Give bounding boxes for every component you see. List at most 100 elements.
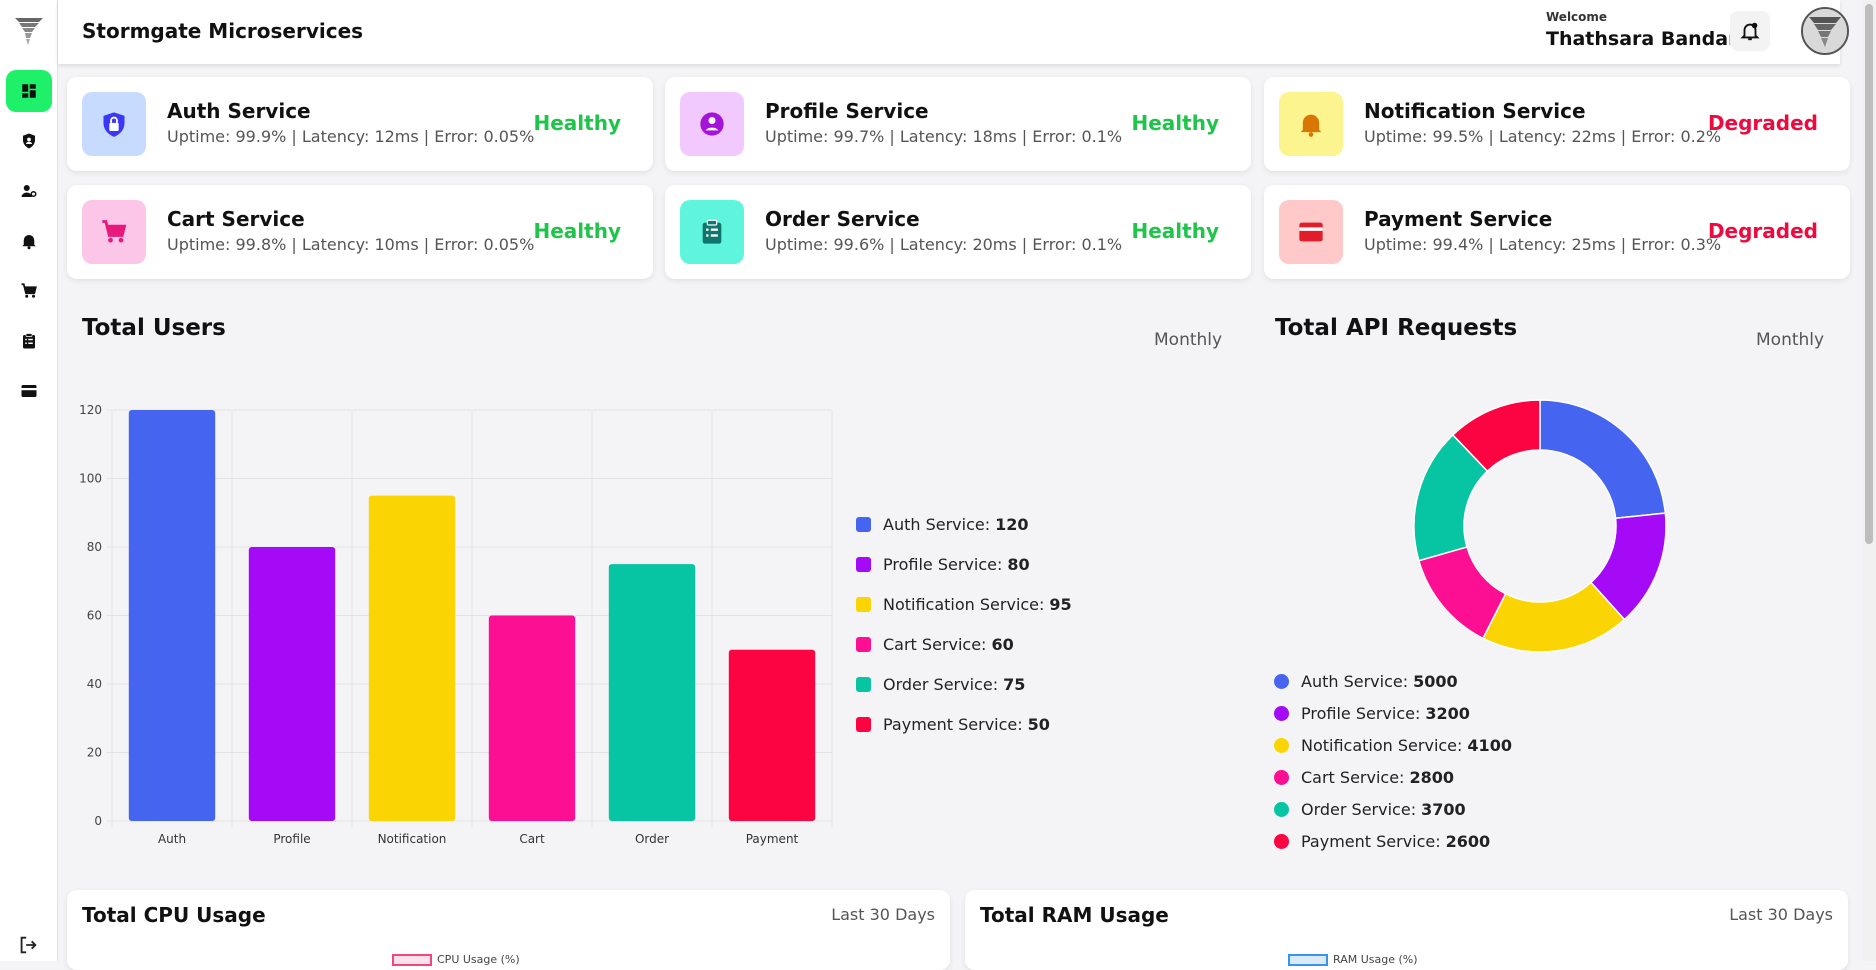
service-card[interactable]: Order Service Uptime: 99.6% | Latency: 2… [665,185,1251,279]
service-card[interactable]: Auth Service Uptime: 99.9% | Latency: 12… [67,77,653,171]
dashboard-icon [22,84,36,98]
legend-label: Payment Service [1301,831,1436,851]
x-tick-label: Cart [519,832,545,846]
legend-item[interactable]: Profile Service:3200 [1274,697,1512,729]
cpu-chart-legend: CPU Usage (%) [392,953,520,966]
service-stats: Uptime: 99.4% | Latency: 25ms | Error: 0… [1364,235,1722,254]
legend-label: Auth Service [1301,671,1403,691]
legend-colon: : [1402,671,1409,691]
legend-value: 3200 [1425,703,1470,723]
avatar[interactable] [1801,7,1849,55]
legend-value: 5000 [1413,671,1458,691]
sidebar-item-shield-user[interactable] [6,120,52,162]
sidebar-item-clipboard[interactable] [6,320,52,362]
service-card[interactable]: Profile Service Uptime: 99.7% | Latency:… [665,77,1251,171]
y-tick-label: 100 [79,472,102,486]
legend-label: Order Service [883,674,993,694]
legend-value: 50 [1027,714,1050,734]
service-icon-tile [1279,92,1343,156]
legend-value: 80 [1007,554,1030,574]
donut-slice-auth[interactable] [1539,399,1667,520]
legend-swatch [1274,705,1289,721]
sidebar-item-credit-card[interactable] [6,370,52,412]
legend-item[interactable]: Order Service:75 [856,664,1072,704]
legend-colon: : [1017,714,1023,734]
legend-swatch [856,556,871,572]
bar-cart[interactable] [488,615,576,822]
service-stats: Uptime: 99.6% | Latency: 20ms | Error: 0… [765,235,1123,254]
service-name: Payment Service [1364,207,1553,231]
y-tick-label: 80 [87,540,102,554]
y-tick-label: 60 [87,609,102,623]
notifications-button[interactable] [1730,11,1770,51]
ram-period-select[interactable]: Last 30 Days [1729,905,1833,924]
service-icon-tile [82,200,146,264]
legend-label: Payment Service [883,714,1018,734]
service-status: Degraded [1707,111,1818,135]
x-tick-label: Auth [158,832,186,846]
legend-colon: : [1435,831,1441,851]
legend-item[interactable]: Notification Service:4100 [1274,729,1512,761]
service-card[interactable]: Cart Service Uptime: 99.8% | Latency: 10… [67,185,653,279]
y-tick-label: 20 [87,746,102,760]
service-card[interactable]: Payment Service Uptime: 99.4% | Latency:… [1264,185,1850,279]
sidebar-item-bell[interactable] [6,220,52,262]
app-title: Stormgate Microservices [82,19,364,43]
scrollbar-thumb[interactable] [1865,4,1873,544]
legend-item[interactable]: Auth Service:120 [856,504,1072,544]
legend-item[interactable]: Cart Service:60 [856,624,1072,664]
page-scrollbar[interactable] [1862,0,1876,961]
legend-swatch [856,676,871,692]
api-period-select[interactable]: Monthly [1756,330,1824,350]
bell-icon [1300,114,1322,137]
legend-item[interactable]: Cart Service:2800 [1274,761,1512,793]
bar-profile[interactable] [248,547,336,821]
lock-icon [103,112,125,137]
api-panel-title: Total API Requests [1275,315,1518,341]
clipboard-icon [23,333,35,349]
ram-panel-title: Total RAM Usage [980,903,1169,927]
sidebar-item-user-settings[interactable] [6,170,52,212]
cpu-period-select[interactable]: Last 30 Days [831,905,935,924]
users-period-select[interactable]: Monthly [1154,330,1222,350]
service-name: Order Service [765,207,920,231]
sidebar-item-cart[interactable] [6,270,52,312]
service-stats: Uptime: 99.7% | Latency: 18ms | Error: 0… [765,127,1123,146]
bar-order[interactable] [608,564,696,821]
legend-item[interactable]: Profile Service:80 [856,544,1072,584]
service-name: Profile Service [765,99,929,123]
tornado-avatar-icon [1803,9,1847,53]
credit-card-icon [21,385,37,397]
service-icon-tile [680,92,744,156]
legend-swatch [392,953,432,966]
service-card[interactable]: Notification Service Uptime: 99.5% | Lat… [1264,77,1850,171]
legend-item[interactable]: Payment Service:50 [856,704,1072,744]
bar-notification[interactable] [368,495,456,821]
legend-swatch [856,716,871,732]
legend-colon: : [1399,767,1405,787]
legend-value: 4100 [1467,735,1512,755]
legend-item[interactable]: Order Service:3700 [1274,793,1512,825]
legend-label: Notification Service [883,594,1040,614]
service-status: Degraded [1707,219,1818,243]
legend-colon: : [1039,594,1045,614]
legend-colon: : [1414,703,1421,723]
legend-colon: : [984,514,991,534]
sidebar-item-dashboard[interactable] [6,70,52,112]
x-tick-label: Order [635,832,669,846]
logout-icon[interactable] [17,934,39,956]
service-name: Cart Service [167,207,305,231]
credit-card-icon [1299,222,1323,242]
legend-swatch [1274,737,1289,753]
legend-swatch [856,516,871,532]
profile-icon [700,112,724,136]
tornado-logo-icon[interactable] [11,12,47,48]
legend-label: Profile Service [1301,703,1415,723]
bar-payment[interactable] [728,649,816,821]
legend-item[interactable]: Auth Service:5000 [1274,665,1512,697]
legend-item[interactable]: Notification Service:95 [856,584,1072,624]
service-stats: Uptime: 99.9% | Latency: 12ms | Error: 0… [167,127,535,146]
bar-auth[interactable] [128,410,216,821]
legend-item[interactable]: Payment Service:2600 [1274,825,1512,857]
legend-colon: : [1457,735,1463,755]
